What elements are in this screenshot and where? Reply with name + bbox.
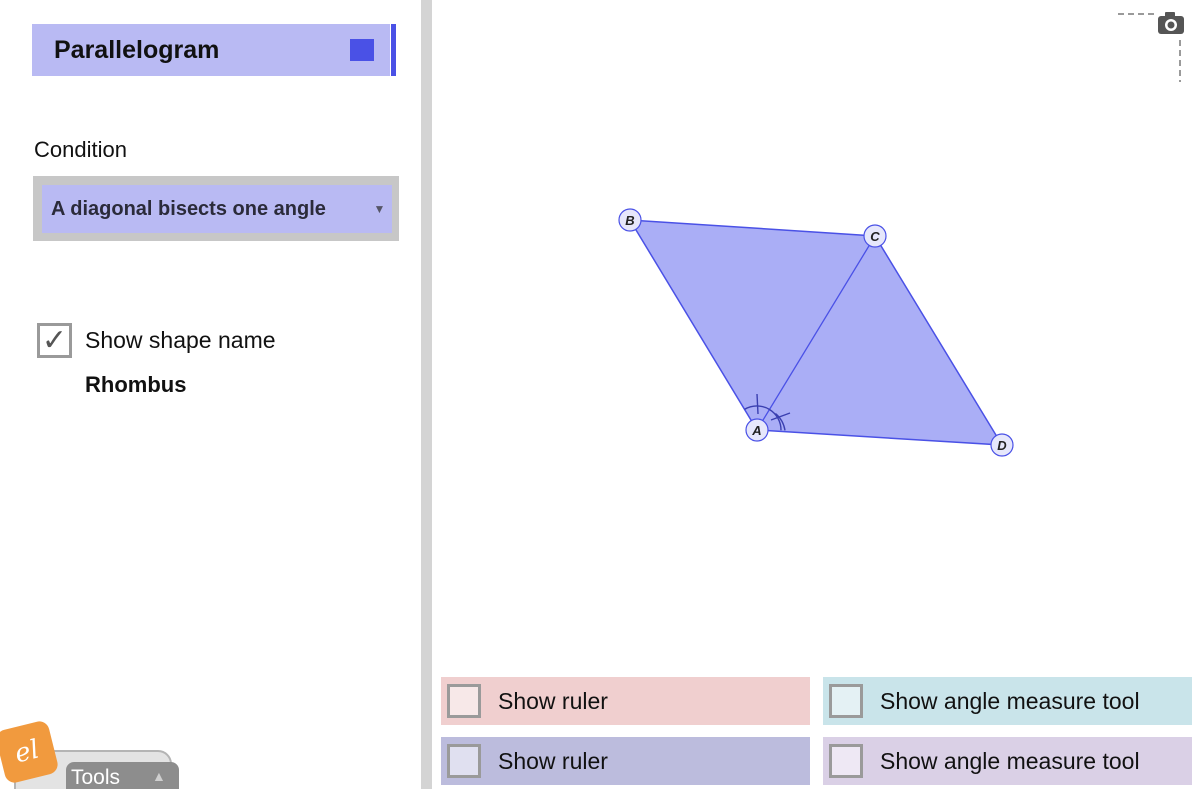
geometry-canvas: B C A D [432, 0, 1200, 789]
shape-title: Parallelogram [54, 35, 220, 64]
logo-text: el [11, 734, 43, 770]
show-angle-tool-label-purple[interactable]: Show angle measure tool [880, 748, 1140, 775]
point-c-label: C [870, 229, 880, 244]
condition-label: Condition [34, 137, 127, 162]
point-c[interactable]: C [863, 224, 887, 248]
left-panel: Parallelogram Condition A diagonal bisec… [0, 0, 421, 789]
show-shape-name-checkbox[interactable]: ✓ [37, 323, 72, 358]
triangle-down-icon[interactable]: ▼ [369, 185, 390, 233]
point-b[interactable]: B [618, 208, 642, 232]
show-angle-tool-label-cyan[interactable]: Show angle measure tool [880, 688, 1140, 715]
shape-drawing: B C A D [618, 208, 1014, 457]
show-shape-name-label[interactable]: Show shape name [85, 327, 276, 354]
angle-tick-1 [756, 393, 759, 415]
shape-name-value: Rhombus [85, 372, 187, 397]
point-a-label: A [751, 423, 761, 438]
shape-selector[interactable]: Parallelogram [32, 24, 390, 76]
triangle-up-icon[interactable]: ▲ [152, 768, 166, 784]
show-angle-tool-checkbox-cyan[interactable] [829, 684, 863, 718]
point-a[interactable]: A [745, 418, 769, 442]
show-ruler-label-red[interactable]: Show ruler [498, 688, 608, 715]
camera-icon[interactable] [1112, 8, 1186, 82]
checkmark-icon: ✓ [41, 323, 68, 357]
point-d-label: D [997, 438, 1007, 453]
show-ruler-label-blue[interactable]: Show ruler [498, 748, 608, 775]
condition-dropdown-value[interactable]: A diagonal bisects one angle [42, 185, 395, 233]
condition-dropdown[interactable]: A diagonal bisects one angle ▼ [33, 176, 399, 241]
show-ruler-toggle-red[interactable]: Show ruler [441, 677, 810, 725]
point-b-label: B [625, 213, 634, 228]
point-d[interactable]: D [990, 433, 1014, 457]
shape-color-swatch[interactable] [350, 39, 374, 61]
show-angle-tool-checkbox-purple[interactable] [829, 744, 863, 778]
show-shape-name-row[interactable]: ✓ Show shape name [37, 323, 276, 358]
panel-divider[interactable] [421, 0, 432, 789]
shape-header-accent-bar [391, 24, 396, 76]
show-ruler-checkbox-blue[interactable] [447, 744, 481, 778]
show-ruler-toggle-blue[interactable]: Show ruler [441, 737, 810, 785]
show-ruler-checkbox-red[interactable] [447, 684, 481, 718]
show-angle-tool-toggle-purple[interactable]: Show angle measure tool [823, 737, 1192, 785]
tools-tab-label[interactable]: Tools [71, 766, 120, 789]
show-angle-tool-toggle-cyan[interactable]: Show angle measure tool [823, 677, 1192, 725]
